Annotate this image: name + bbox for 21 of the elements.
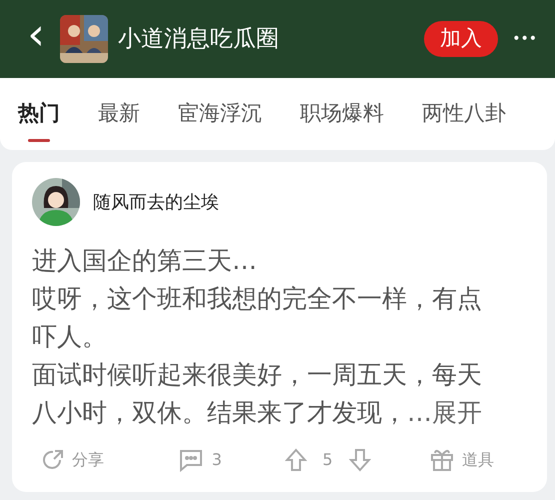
- post-text: 进入国企的第三天…: [32, 245, 258, 277]
- downvote-icon[interactable]: [348, 448, 371, 472]
- tab[interactable]: 两性八卦: [422, 78, 506, 150]
- join-button[interactable]: 加入: [424, 21, 498, 57]
- post-text: 面试时候听起来很美好，一周五天，每天八小时，双休。结果来了才发现，…展开: [32, 359, 483, 429]
- tab-indicator: [28, 139, 50, 142]
- group-title: 小道消息吃瓜圈: [118, 24, 279, 54]
- expand-link[interactable]: …展开: [407, 398, 482, 427]
- back-button[interactable]: ‹: [24, 13, 48, 57]
- tab[interactable]: 热门: [18, 78, 60, 150]
- comment-icon: [178, 448, 204, 472]
- more-button[interactable]: •••: [512, 28, 537, 50]
- share-icon: [42, 449, 64, 471]
- gift-icon: [430, 448, 454, 472]
- tab[interactable]: 宦海浮沉: [178, 78, 262, 150]
- tab[interactable]: 最新: [98, 78, 140, 150]
- upvote-icon[interactable]: [284, 448, 306, 472]
- tab[interactable]: 职场爆料: [300, 78, 384, 150]
- author-name: 随风而去的尘埃: [93, 190, 219, 214]
- vote-count: 5: [322, 449, 333, 471]
- post-text: 哎呀，这个班和我想的完全不一样，有点吓人。: [32, 283, 483, 353]
